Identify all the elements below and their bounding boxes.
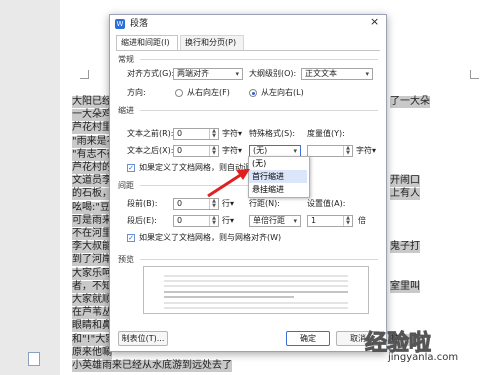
watermark-url: jingyanla.com <box>388 352 459 363</box>
red-arrow-annotation <box>207 169 250 198</box>
